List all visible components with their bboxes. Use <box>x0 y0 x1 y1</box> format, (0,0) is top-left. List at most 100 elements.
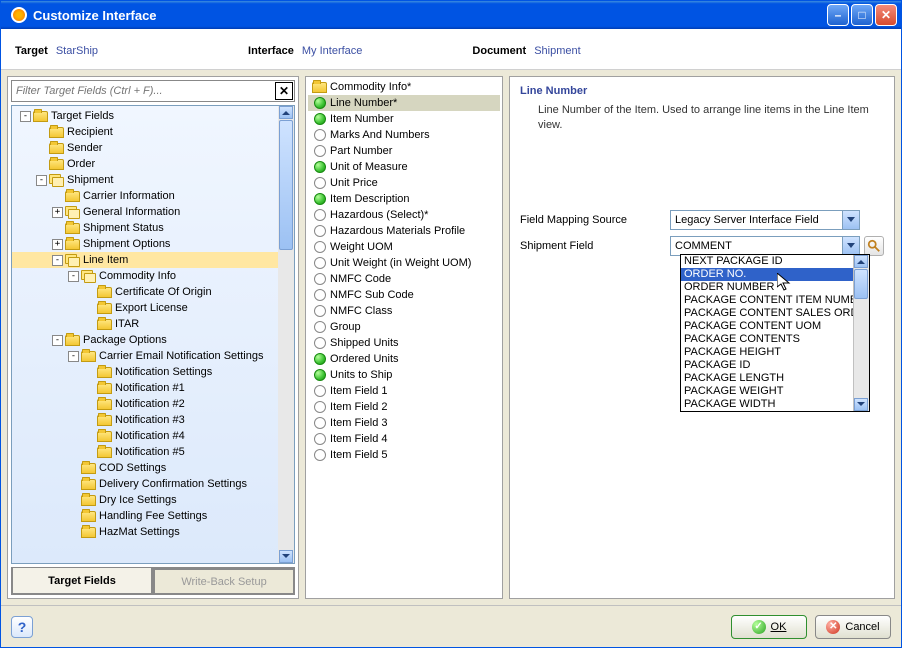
tree-item[interactable]: Handling Fee Settings <box>12 508 294 524</box>
list-item[interactable]: NMFC Sub Code <box>308 287 500 303</box>
scroll-up-icon[interactable] <box>854 255 868 268</box>
list-item[interactable]: Item Field 1 <box>308 383 500 399</box>
target-value[interactable]: StarShip <box>56 45 98 57</box>
expand-toggle[interactable]: - <box>52 335 63 346</box>
target-fields-tree[interactable]: -Target FieldsRecipientSenderOrder-Shipm… <box>12 106 294 542</box>
tab-target-fields[interactable]: Target Fields <box>11 568 153 595</box>
list-item[interactable]: Item Field 5 <box>308 447 500 463</box>
titlebar[interactable]: Customize Interface – □ ✕ <box>1 1 901 29</box>
tree-item[interactable]: -Carrier Email Notification Settings <box>12 348 294 364</box>
tree-item[interactable]: -Line Item <box>12 252 294 268</box>
dropdown-option[interactable]: PACKAGE CONTENT ITEM NUMBER <box>681 294 869 307</box>
interface-value[interactable]: My Interface <box>302 45 363 57</box>
expand-toggle[interactable]: - <box>20 111 31 122</box>
list-item[interactable]: Line Number* <box>308 95 500 111</box>
tree-item[interactable]: -Commodity Info <box>12 268 294 284</box>
list-item[interactable]: Part Number <box>308 143 500 159</box>
list-item[interactable]: Units to Ship <box>308 367 500 383</box>
dropdown-option[interactable]: PACKAGE WEIGHT <box>681 385 869 398</box>
tree-item[interactable]: Sender <box>12 140 294 156</box>
list-item[interactable]: Unit of Measure <box>308 159 500 175</box>
dropdown-option[interactable]: PACKAGE LENGTH <box>681 372 869 385</box>
help-button[interactable]: ? <box>11 616 33 638</box>
list-item[interactable]: NMFC Class <box>308 303 500 319</box>
list-item[interactable]: Group <box>308 319 500 335</box>
scroll-thumb[interactable] <box>279 120 293 250</box>
shipment-field-dropdown[interactable]: NEXT PACKAGE IDORDER NO.ORDER NUMBERPACK… <box>680 254 870 412</box>
tree-item[interactable]: Delivery Confirmation Settings <box>12 476 294 492</box>
field-list[interactable]: Commodity Info*Line Number*Item NumberMa… <box>306 77 502 598</box>
list-item[interactable]: Marks And Numbers <box>308 127 500 143</box>
tree-item[interactable]: Carrier Information <box>12 188 294 204</box>
expand-toggle[interactable]: - <box>68 351 79 362</box>
minimize-button[interactable]: – <box>827 4 849 26</box>
list-item[interactable]: Item Field 3 <box>308 415 500 431</box>
list-item[interactable]: Item Description <box>308 191 500 207</box>
document-value[interactable]: Shipment <box>534 45 580 57</box>
scroll-thumb[interactable] <box>854 269 868 299</box>
dropdown-option[interactable]: NEXT PACKAGE ID <box>681 255 869 268</box>
list-item[interactable]: Weight UOM <box>308 239 500 255</box>
tree-scrollbar[interactable] <box>278 106 294 563</box>
tab-writeback-setup[interactable]: Write-Back Setup <box>153 568 295 595</box>
chevron-down-icon[interactable] <box>842 237 859 255</box>
tree-item[interactable]: Notification #3 <box>12 412 294 428</box>
tree-item[interactable]: Export License <box>12 300 294 316</box>
ok-button[interactable]: ✓ OK <box>731 615 807 639</box>
list-item[interactable]: NMFC Code <box>308 271 500 287</box>
dropdown-scrollbar[interactable] <box>853 255 869 411</box>
list-item[interactable]: Item Number <box>308 111 500 127</box>
list-item[interactable]: Item Field 4 <box>308 431 500 447</box>
tree-item[interactable]: Dry Ice Settings <box>12 492 294 508</box>
scroll-up-icon[interactable] <box>279 106 293 119</box>
dropdown-option[interactable]: PACKAGE ID <box>681 359 869 372</box>
clear-search-icon[interactable]: ✕ <box>275 82 293 100</box>
shipment-field-select[interactable]: COMMENT <box>670 236 860 256</box>
tree-item[interactable]: -Package Options <box>12 332 294 348</box>
tree-item[interactable]: Notification #4 <box>12 428 294 444</box>
close-button[interactable]: ✕ <box>875 4 897 26</box>
tree-item[interactable]: HazMat Settings <box>12 524 294 540</box>
list-header[interactable]: Commodity Info* <box>308 79 500 95</box>
expand-toggle[interactable]: - <box>68 271 79 282</box>
dropdown-option[interactable]: PACKAGE CONTENTS <box>681 333 869 346</box>
tree-item[interactable]: Notification #1 <box>12 380 294 396</box>
expand-toggle[interactable]: - <box>52 255 63 266</box>
tree-item[interactable]: ITAR <box>12 316 294 332</box>
tree-item[interactable]: Notification #5 <box>12 444 294 460</box>
chevron-down-icon[interactable] <box>842 211 859 229</box>
list-item[interactable]: Unit Price <box>308 175 500 191</box>
list-item[interactable]: Unit Weight (in Weight UOM) <box>308 255 500 271</box>
lookup-button[interactable] <box>864 236 884 256</box>
cancel-button[interactable]: ✕ Cancel <box>815 615 891 639</box>
expand-toggle[interactable]: + <box>52 239 63 250</box>
tree-item[interactable]: Order <box>12 156 294 172</box>
tree-item[interactable]: +Shipment Options <box>12 236 294 252</box>
search-input[interactable] <box>12 85 275 97</box>
dropdown-option[interactable]: PACKAGE WIDTH <box>681 398 869 411</box>
tree-item[interactable]: -Shipment <box>12 172 294 188</box>
tree-item[interactable]: Shipment Status <box>12 220 294 236</box>
scroll-down-icon[interactable] <box>854 398 868 411</box>
maximize-button[interactable]: □ <box>851 4 873 26</box>
dropdown-option[interactable]: ORDER NO. <box>681 268 869 281</box>
tree-item[interactable]: +General Information <box>12 204 294 220</box>
tree-item[interactable]: -Target Fields <box>12 108 294 124</box>
dropdown-option[interactable]: PACKAGE HEIGHT <box>681 346 869 359</box>
tree-item[interactable]: COD Settings <box>12 460 294 476</box>
dropdown-option[interactable]: PACKAGE CONTENT UOM <box>681 320 869 333</box>
list-item[interactable]: Shipped Units <box>308 335 500 351</box>
expand-toggle[interactable]: - <box>36 175 47 186</box>
dropdown-option[interactable]: ORDER NUMBER <box>681 281 869 294</box>
tree-item[interactable]: Recipient <box>12 124 294 140</box>
dropdown-option[interactable]: PACKAGE CONTENT SALES ORDER <box>681 307 869 320</box>
list-item[interactable]: Hazardous Materials Profile <box>308 223 500 239</box>
search-box[interactable]: ✕ <box>11 80 295 102</box>
list-item[interactable]: Hazardous (Select)* <box>308 207 500 223</box>
list-item[interactable]: Ordered Units <box>308 351 500 367</box>
tree-item[interactable]: Certificate Of Origin <box>12 284 294 300</box>
mapping-source-select[interactable]: Legacy Server Interface Field <box>670 210 860 230</box>
scroll-down-icon[interactable] <box>279 550 293 563</box>
list-item[interactable]: Item Field 2 <box>308 399 500 415</box>
expand-toggle[interactable]: + <box>52 207 63 218</box>
